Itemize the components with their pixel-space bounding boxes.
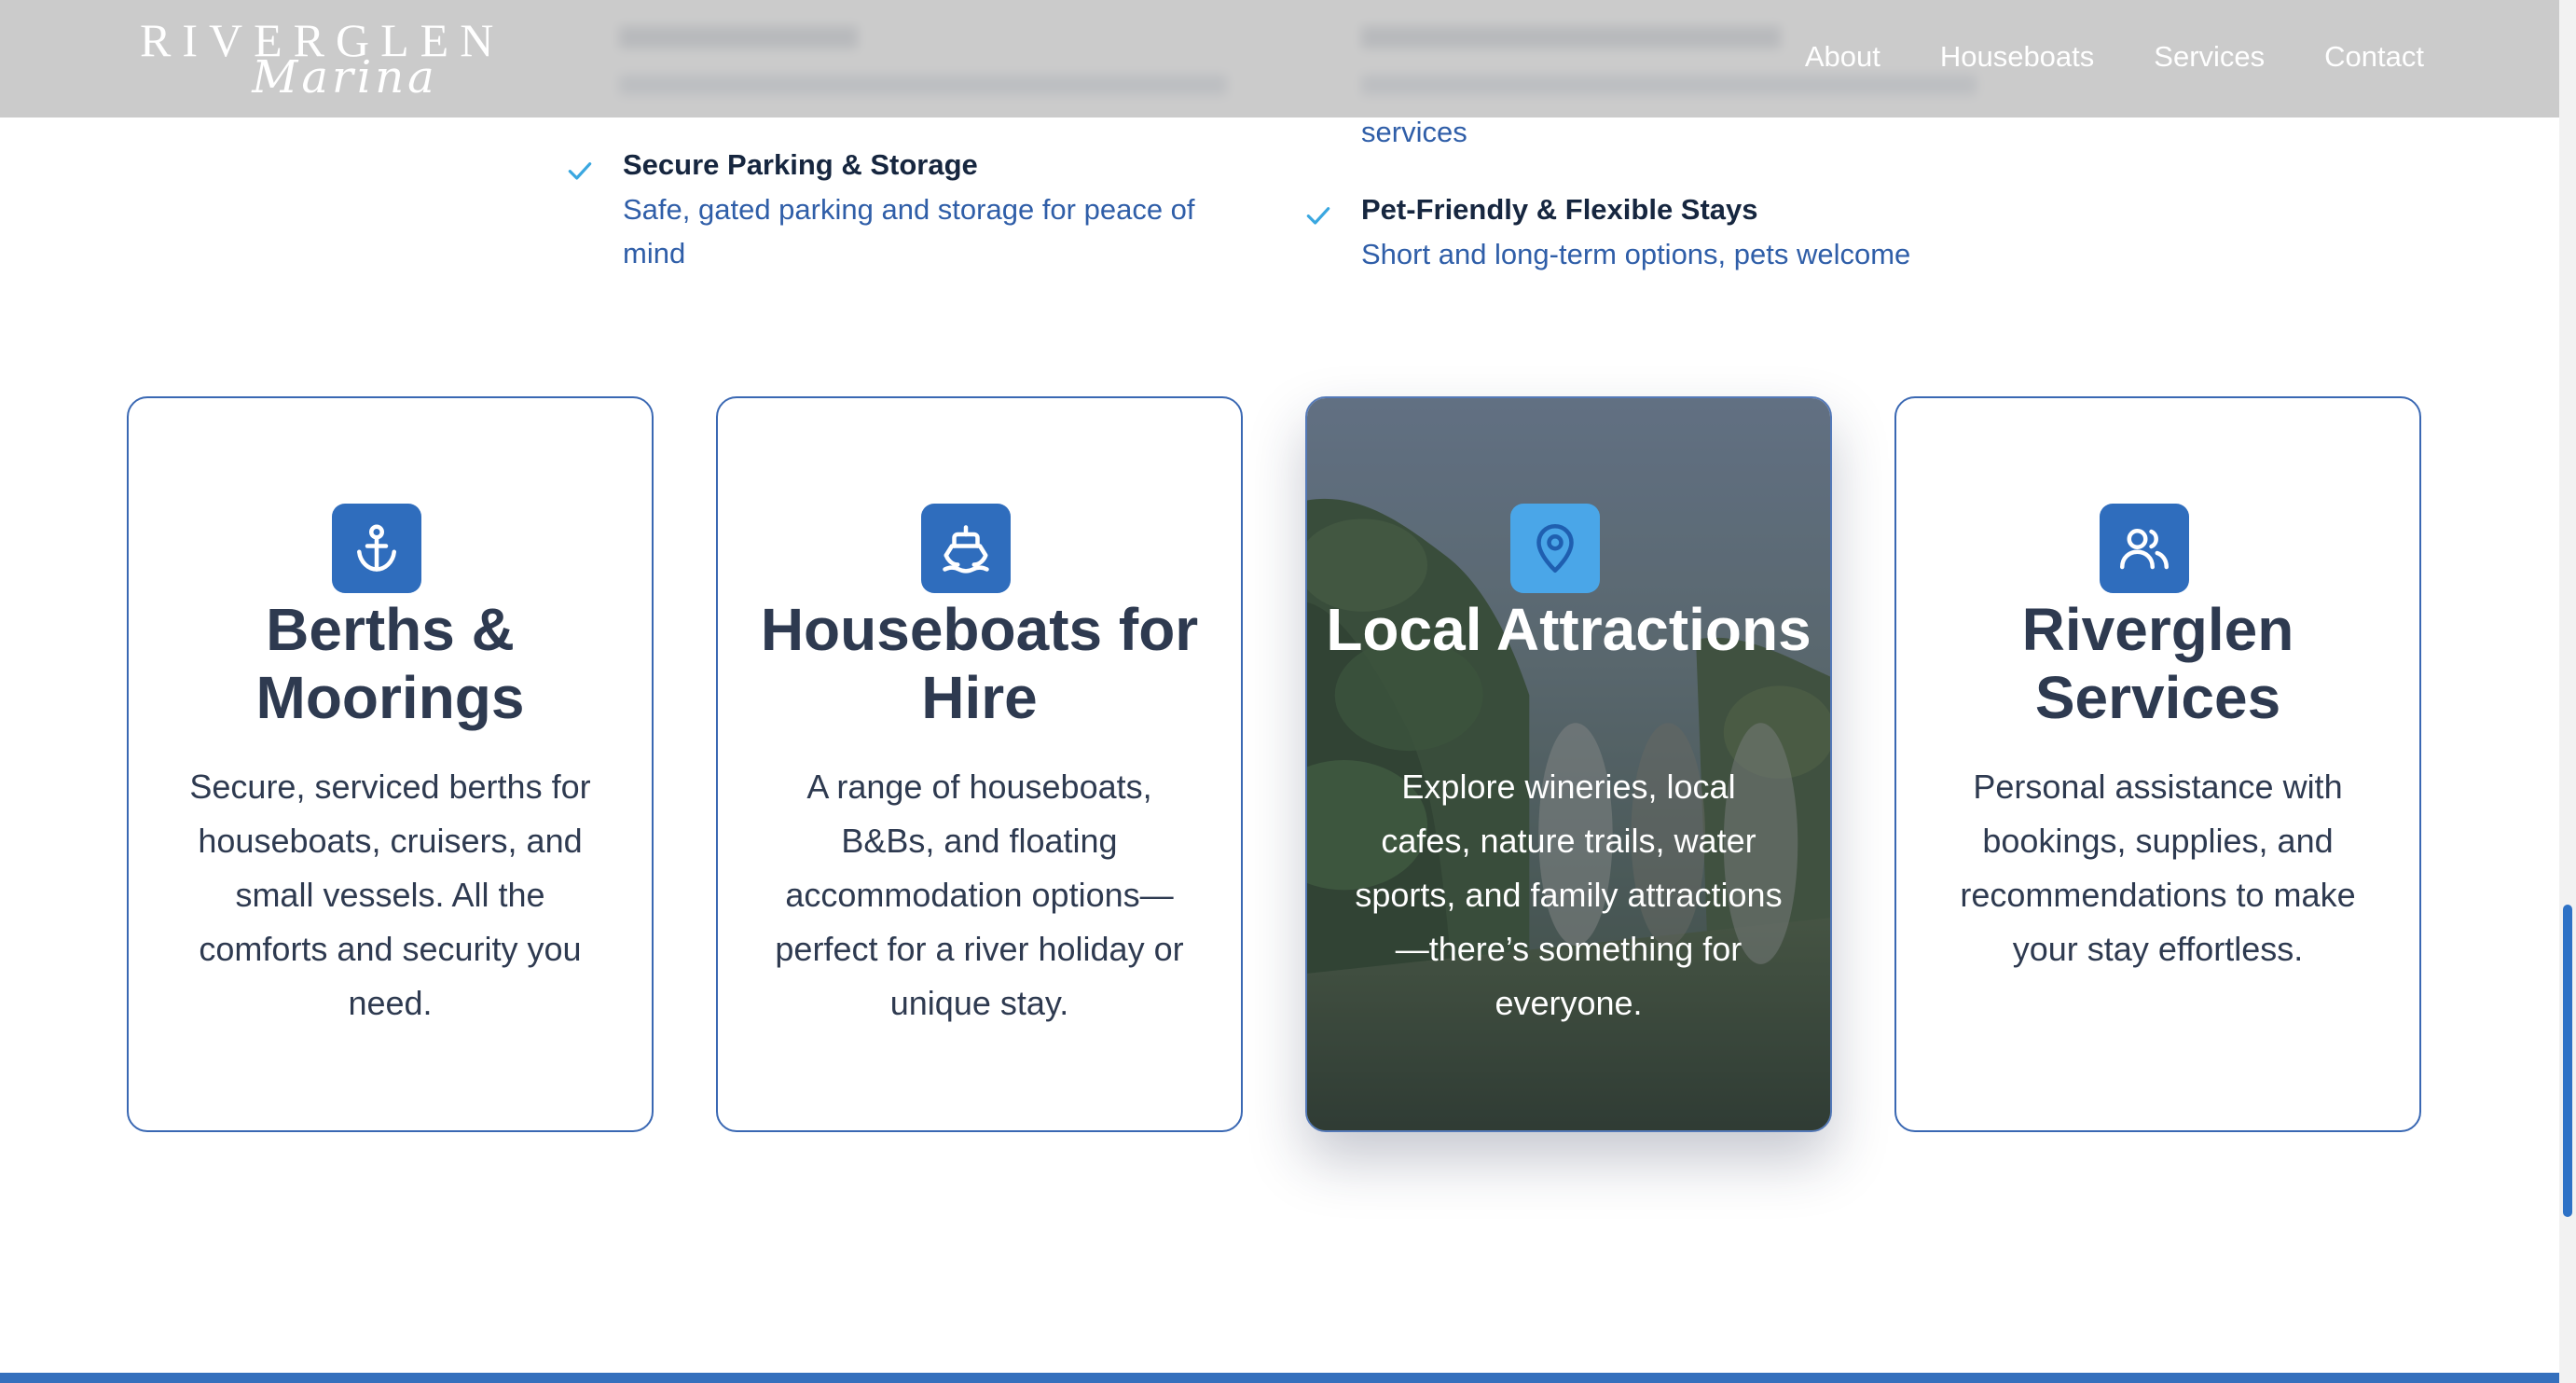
nav-link-contact[interactable]: Contact	[2324, 35, 2424, 78]
card-riverglen-services[interactable]: Riverglen Services Personal assistance w…	[1894, 396, 2421, 1132]
feature-title: Secure Parking & Storage	[623, 148, 978, 181]
feature-item: Pet-Friendly & Flexible Stays Short and …	[1306, 191, 2014, 276]
scrollbar[interactable]	[2559, 0, 2576, 1383]
logo[interactable]: RIVERGLEN Marina	[140, 13, 503, 106]
card-title: Houseboats for Hire	[760, 596, 1199, 731]
main-nav: About Houseboats Services Contact	[1805, 35, 2424, 78]
card-icon-box	[1510, 504, 1600, 593]
scrollbar-thumb[interactable]	[2563, 905, 2572, 1217]
nav-link-houseboats[interactable]: Houseboats	[1940, 35, 2094, 78]
card-description: Secure, serviced berths for houseboats, …	[189, 768, 591, 1022]
card-houseboats-for-hire[interactable]: Houseboats for Hire A range of houseboat…	[716, 396, 1243, 1132]
map-pin-icon	[1536, 524, 1574, 573]
card-description: A range of houseboats, B&Bs, and floatin…	[775, 768, 1184, 1022]
card-title: Local Attractions	[1326, 596, 1811, 663]
card-icon-box	[2100, 504, 2189, 593]
anchor-icon	[357, 524, 396, 572]
ship-icon	[943, 525, 989, 574]
logo-script: Marina	[252, 51, 438, 104]
next-section-edge	[0, 1373, 2559, 1383]
users-icon	[2120, 529, 2169, 570]
card-icon-box	[332, 504, 421, 593]
nav-link-about[interactable]: About	[1805, 35, 1880, 78]
check-icon	[568, 162, 592, 180]
feature-description: Short and long-term options, pets welcom…	[1361, 238, 1911, 270]
feature-description: Safe, gated parking and storage for peac…	[623, 193, 1195, 270]
page: services Secure Parking & Storage Safe, …	[0, 0, 2559, 1383]
feature-item: Secure Parking & Storage Safe, gated par…	[568, 146, 1238, 275]
card-title: Riverglen Services	[2021, 596, 2294, 731]
card-description: Personal assistance with bookings, suppl…	[1960, 768, 2356, 968]
card-local-attractions[interactable]: Local Attractions Explore wineries, loca…	[1305, 396, 1832, 1132]
feature-description-fragment: services	[1361, 116, 1467, 148]
check-icon	[1306, 207, 1330, 225]
card-description: Explore wineries, local cafes, nature tr…	[1355, 768, 1783, 1022]
nav-link-services[interactable]: Services	[2154, 35, 2265, 78]
card-icon-box	[921, 504, 1011, 593]
card-title: Berths & Moorings	[255, 596, 525, 731]
card-berths-moorings[interactable]: Berths & Moorings Secure, serviced berth…	[127, 396, 654, 1132]
site-header: RIVERGLEN Marina About Houseboats Servic…	[0, 0, 2559, 118]
feature-title: Pet-Friendly & Flexible Stays	[1361, 193, 1758, 226]
